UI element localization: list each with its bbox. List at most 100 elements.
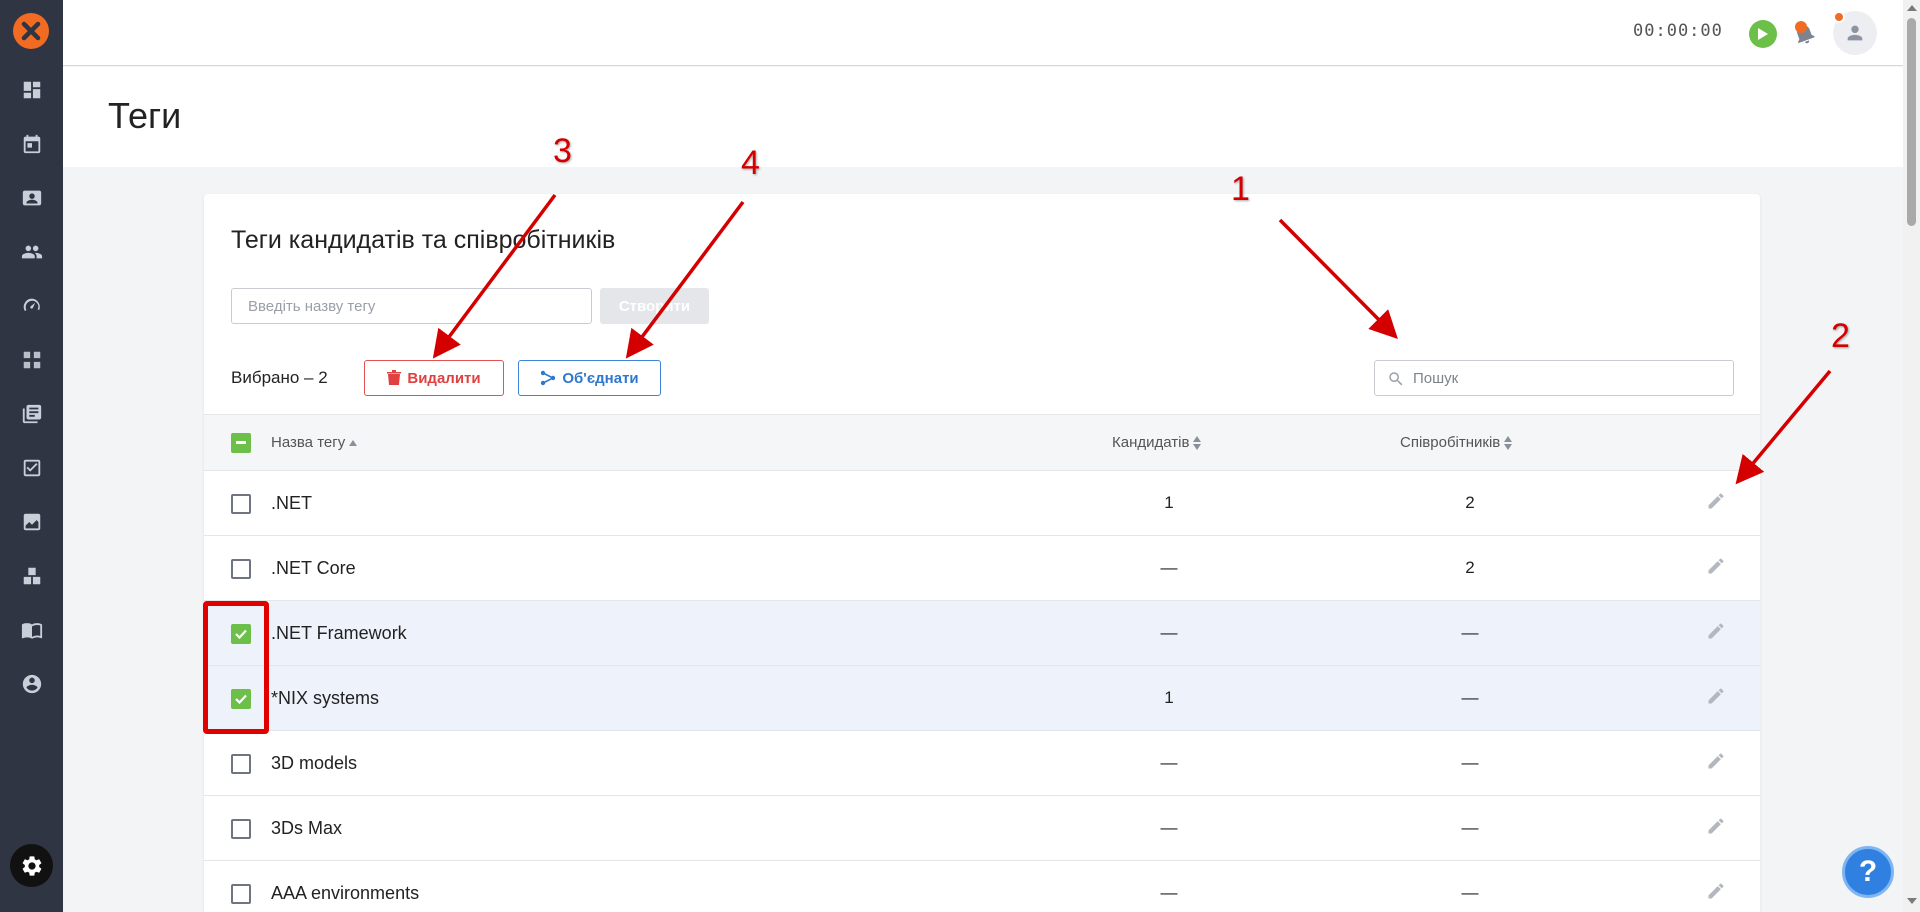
help-icon: ?	[1858, 855, 1878, 888]
column-name-header[interactable]: Назва тегу	[271, 434, 358, 451]
employees-count-cell: —	[1461, 688, 1479, 707]
table-row[interactable]: .NET Framework — —	[204, 601, 1760, 666]
annotation-highlight-box	[203, 601, 269, 734]
candidates-count-cell: 1	[1164, 688, 1174, 707]
row-checkbox[interactable]	[231, 754, 251, 774]
settings-button[interactable]	[10, 844, 53, 887]
speedometer-icon[interactable]	[20, 294, 44, 318]
app-logo[interactable]	[13, 13, 49, 49]
contact-card-icon[interactable]	[20, 186, 44, 210]
notification-dot	[1795, 21, 1807, 33]
employees-count-cell: —	[1461, 623, 1479, 642]
tag-name-input[interactable]	[231, 288, 592, 324]
task-check-icon[interactable]	[20, 456, 44, 480]
timer-display: 00:00:00	[1633, 21, 1723, 41]
row-checkbox[interactable]	[231, 559, 251, 579]
candidates-count-cell: —	[1160, 558, 1178, 577]
calendar-icon[interactable]	[20, 132, 44, 156]
tag-name-cell: .NET Framework	[271, 623, 407, 643]
account-circle-icon[interactable]	[20, 672, 44, 696]
column-candidates-label: Кандидатів	[1112, 434, 1190, 451]
sort-asc-icon	[349, 439, 358, 446]
column-name-label: Назва тегу	[271, 434, 346, 451]
merge-button[interactable]: Об'єднати	[518, 360, 661, 396]
column-candidates-header[interactable]: Кандидатів	[1112, 434, 1202, 451]
notifications-button[interactable]	[1789, 18, 1819, 48]
sidebar	[0, 0, 63, 912]
workflow-icon[interactable]	[20, 348, 44, 372]
table-row[interactable]: .NET Core — 2	[204, 536, 1760, 601]
library-icon[interactable]	[20, 402, 44, 426]
employees-count-cell: —	[1461, 818, 1479, 837]
sort-icon	[1504, 435, 1513, 450]
play-icon	[1758, 28, 1768, 40]
boxes-icon[interactable]	[20, 564, 44, 588]
candidates-count-cell: —	[1160, 753, 1178, 772]
book-icon[interactable]	[20, 618, 44, 642]
annotation-number-2: 2	[1831, 317, 1850, 355]
row-checkbox[interactable]	[231, 494, 251, 514]
pencil-icon[interactable]	[1706, 751, 1728, 773]
minus-icon	[236, 441, 246, 444]
table-row[interactable]: .NET 1 2	[204, 471, 1760, 536]
people-icon[interactable]	[20, 240, 44, 264]
tag-name-cell: *NIX systems	[271, 688, 380, 708]
page-header: Теги	[63, 67, 1903, 167]
scroll-down-arrow-icon[interactable]	[1907, 898, 1917, 904]
avatar-status-dot	[1833, 11, 1845, 23]
annotation-number-4: 4	[741, 144, 760, 182]
annotation-number-1: 1	[1231, 170, 1250, 208]
user-icon	[1847, 25, 1863, 41]
scroll-thumb[interactable]	[1907, 18, 1916, 226]
employees-count-cell: 2	[1465, 558, 1475, 577]
pencil-icon[interactable]	[1706, 556, 1728, 578]
employees-count-cell: 2	[1465, 493, 1475, 512]
pencil-icon[interactable]	[1706, 491, 1728, 513]
search-icon	[1389, 372, 1403, 386]
delete-label: Видалити	[407, 369, 481, 387]
row-checkbox[interactable]	[231, 884, 251, 904]
candidates-count-cell: —	[1160, 818, 1178, 837]
page-scrollbar[interactable]	[1903, 0, 1920, 912]
table-row[interactable]: *NIX systems 1 —	[204, 666, 1760, 731]
tag-name-cell: AAA environments	[271, 883, 420, 903]
selected-count: Вибрано – 2	[231, 368, 328, 387]
employees-count-cell: —	[1461, 883, 1479, 902]
pencil-icon[interactable]	[1706, 621, 1728, 643]
chart-icon[interactable]	[20, 510, 44, 534]
dashboard-icon[interactable]	[20, 78, 44, 102]
row-checkbox[interactable]	[231, 819, 251, 839]
logo-x-icon	[21, 21, 41, 41]
candidates-count-cell: —	[1160, 623, 1178, 642]
sort-icon	[1193, 435, 1202, 450]
tag-name-cell: 3Ds Max	[271, 818, 343, 838]
search-box	[1374, 360, 1734, 396]
tags-table: Назва тегу Кандидатів Співробітників .NE…	[204, 414, 1760, 912]
column-employees-header[interactable]: Співробітників	[1400, 434, 1513, 451]
card-title: Теги кандидатів та співробітників	[231, 226, 616, 254]
timer-play-button[interactable]	[1749, 20, 1777, 48]
table-header: Назва тегу Кандидатів Співробітників	[204, 414, 1760, 471]
create-tag-button[interactable]: Створити	[600, 288, 709, 324]
gear-icon	[22, 855, 41, 876]
tag-name-cell: .NET Core	[271, 558, 356, 578]
table-row[interactable]: AAA environments — —	[204, 861, 1760, 912]
page-title: Теги	[108, 95, 182, 136]
delete-button[interactable]: Видалити	[364, 360, 504, 396]
help-button[interactable]: ?	[1842, 846, 1894, 898]
tag-name-cell: .NET	[271, 493, 313, 513]
pencil-icon[interactable]	[1706, 686, 1728, 708]
trash-icon	[387, 370, 402, 385]
candidates-count-cell: —	[1160, 883, 1178, 902]
pencil-icon[interactable]	[1706, 881, 1728, 903]
tag-name-cell: 3D models	[271, 753, 358, 773]
search-input[interactable]	[1413, 361, 1723, 395]
merge-label: Об'єднати	[562, 369, 639, 387]
pencil-icon[interactable]	[1706, 816, 1728, 838]
select-all-checkbox[interactable]	[231, 433, 251, 453]
table-row[interactable]: 3Ds Max — —	[204, 796, 1760, 861]
merge-icon	[541, 370, 556, 386]
scroll-up-arrow-icon[interactable]	[1907, 5, 1917, 11]
table-row[interactable]: 3D models — —	[204, 731, 1760, 796]
user-avatar[interactable]	[1833, 11, 1877, 55]
